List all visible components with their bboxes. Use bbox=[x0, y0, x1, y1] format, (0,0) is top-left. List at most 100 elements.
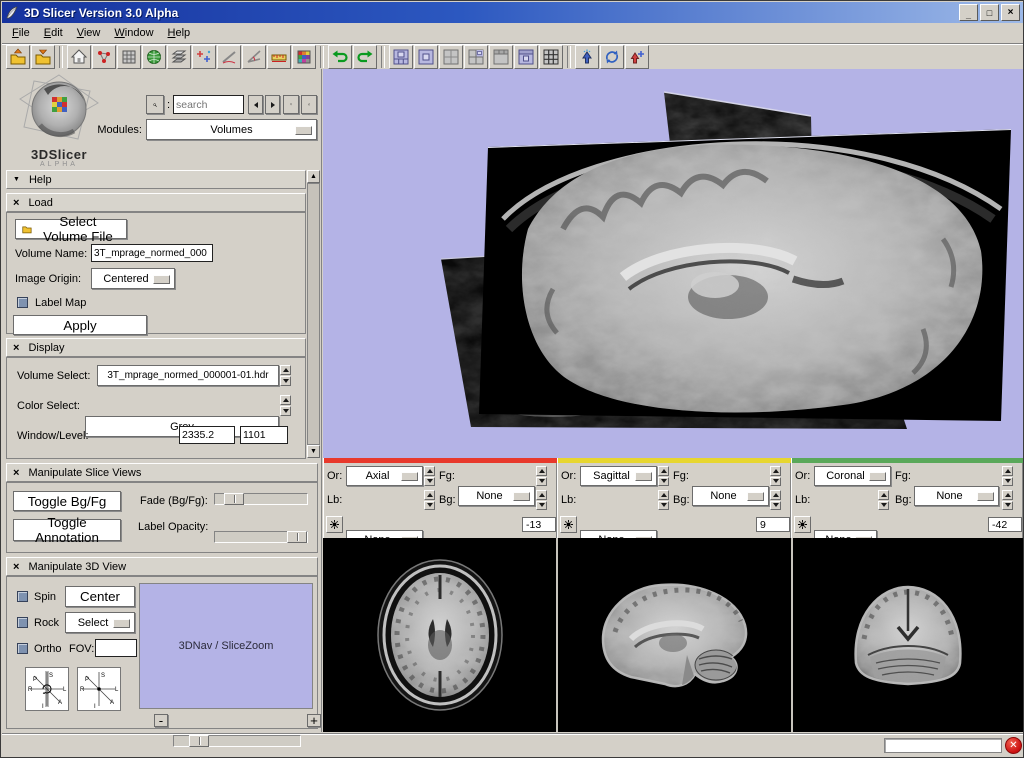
volume-select-combo[interactable]: 3T_mprage_normed_000001-01.hdr bbox=[97, 365, 279, 386]
fade-slider[interactable] bbox=[214, 493, 308, 505]
ruler-icon[interactable] bbox=[217, 45, 241, 69]
undo-icon[interactable] bbox=[328, 45, 352, 69]
measurements-icon[interactable] bbox=[267, 45, 291, 69]
models-module-icon[interactable] bbox=[142, 45, 166, 69]
title-bar[interactable]: 3D Slicer Version 3.0 Alpha _ □ × bbox=[2, 2, 1023, 23]
image-origin-dropdown[interactable]: Centered bbox=[91, 268, 175, 289]
volume-select-spinner[interactable] bbox=[280, 365, 291, 386]
spin-checkbox[interactable] bbox=[17, 591, 28, 602]
center-button[interactable]: Center bbox=[65, 586, 135, 607]
pick-mode-icon[interactable] bbox=[575, 45, 599, 69]
color-select-spinner[interactable] bbox=[280, 395, 291, 416]
conventional-layout-icon[interactable] bbox=[389, 45, 413, 69]
search-prev-button[interactable] bbox=[248, 95, 263, 114]
section-view3d-header[interactable]: × Manipulate 3D View bbox=[6, 557, 318, 576]
section-load-header[interactable]: × Load bbox=[6, 193, 306, 212]
four-pane-layout-icon[interactable] bbox=[439, 45, 463, 69]
label-layer-spinner[interactable] bbox=[424, 490, 435, 510]
toggle-bgfg-button[interactable]: Toggle Bg/Fg bbox=[13, 491, 121, 511]
rotate-mode-icon[interactable] bbox=[600, 45, 624, 69]
collapse-icon[interactable]: ▼ bbox=[13, 176, 20, 183]
view-axis-widget[interactable]: SP RL IA bbox=[25, 667, 69, 711]
foreground-dropdown[interactable]: None bbox=[692, 486, 769, 506]
place-fiducial-mode-icon[interactable] bbox=[625, 45, 649, 69]
section-slice-views-header[interactable]: × Manipulate Slice Views bbox=[6, 463, 318, 482]
home-icon[interactable] bbox=[67, 45, 91, 69]
background-spinner[interactable] bbox=[1002, 490, 1013, 510]
fov-input[interactable] bbox=[95, 639, 137, 657]
menu-help[interactable]: Help bbox=[163, 25, 200, 41]
tabbed-slice-layout-icon[interactable] bbox=[489, 45, 513, 69]
collapse-icon[interactable]: × bbox=[13, 197, 19, 209]
close-button[interactable]: × bbox=[1001, 4, 1020, 21]
collapse-icon[interactable]: × bbox=[13, 467, 19, 479]
fade-slider-handle[interactable] bbox=[224, 493, 244, 505]
navzoom-pad[interactable]: 3DNav / SliceZoom bbox=[139, 583, 313, 709]
foreground-dropdown[interactable]: None bbox=[458, 486, 535, 506]
panel-scroll-down-icon[interactable]: ▼ bbox=[307, 445, 320, 458]
label-opacity-slider-handle[interactable] bbox=[287, 531, 307, 543]
maximize-button[interactable]: □ bbox=[980, 4, 999, 21]
visibility-eye-icon[interactable] bbox=[560, 516, 577, 533]
refresh-icon[interactable] bbox=[301, 95, 317, 114]
slice-offset-value[interactable]: -42 bbox=[988, 517, 1022, 532]
section-display-header[interactable]: × Display bbox=[6, 338, 306, 357]
visibility-eye-icon[interactable] bbox=[794, 516, 811, 533]
collapse-icon[interactable]: × bbox=[13, 561, 19, 573]
four-up-layout-icon[interactable] bbox=[464, 45, 488, 69]
foreground-spinner[interactable] bbox=[770, 466, 781, 486]
fiducial-points-icon[interactable] bbox=[192, 45, 216, 69]
lightbox-layout-icon[interactable] bbox=[539, 45, 563, 69]
orientation-spinner[interactable] bbox=[424, 466, 435, 486]
viewport-3d[interactable] bbox=[323, 69, 1023, 458]
orientation-dropdown[interactable]: Sagittal bbox=[580, 466, 657, 486]
colors-module-icon[interactable] bbox=[292, 45, 316, 69]
open-scene-button[interactable] bbox=[6, 45, 30, 69]
select-volume-file-button[interactable]: Select Volume File bbox=[15, 219, 127, 239]
background-spinner[interactable] bbox=[536, 490, 547, 510]
slice-offset-value[interactable]: -13 bbox=[522, 517, 556, 532]
nav-zoom-in-button[interactable]: + bbox=[307, 714, 321, 727]
search-icon[interactable] bbox=[146, 95, 164, 114]
slice-offset-value[interactable]: 9 bbox=[756, 517, 790, 532]
nav-zoom-out-button[interactable]: - bbox=[154, 714, 168, 727]
panel-scroll-up-icon[interactable]: ▲ bbox=[307, 170, 320, 183]
search-input[interactable] bbox=[173, 95, 244, 114]
tabbed-3d-layout-icon[interactable] bbox=[514, 45, 538, 69]
angle-icon[interactable] bbox=[242, 45, 266, 69]
toggle-annotation-button[interactable]: Toggle Annotation bbox=[13, 519, 121, 541]
menu-file[interactable]: File bbox=[7, 25, 39, 41]
viewport-sagittal[interactable] bbox=[558, 538, 791, 732]
menu-edit[interactable]: Edit bbox=[39, 25, 72, 41]
orientation-dropdown[interactable]: Axial bbox=[346, 466, 423, 486]
apply-button[interactable]: Apply bbox=[13, 315, 147, 335]
foreground-spinner[interactable] bbox=[536, 466, 547, 486]
level-value-input[interactable] bbox=[240, 426, 288, 444]
orientation-dropdown[interactable]: Coronal bbox=[814, 466, 891, 486]
panel-scrollbar[interactable] bbox=[307, 183, 320, 445]
background-spinner[interactable] bbox=[770, 490, 781, 510]
viewport-coronal[interactable] bbox=[793, 538, 1023, 732]
volumes-module-icon[interactable] bbox=[117, 45, 141, 69]
visibility-eye-icon[interactable] bbox=[326, 516, 343, 533]
collapse-icon[interactable]: × bbox=[13, 342, 19, 354]
search-next-button[interactable] bbox=[265, 95, 280, 114]
window-value-input[interactable] bbox=[179, 426, 235, 444]
viewport-axial[interactable] bbox=[323, 538, 556, 732]
ortho-checkbox[interactable] bbox=[17, 643, 28, 654]
import-scene-button[interactable] bbox=[31, 45, 55, 69]
fiducials-module-icon[interactable] bbox=[92, 45, 116, 69]
transforms-module-icon[interactable] bbox=[167, 45, 191, 69]
minimize-button[interactable]: _ bbox=[959, 4, 978, 21]
search-filter-icon[interactable] bbox=[283, 95, 299, 114]
rock-checkbox[interactable] bbox=[17, 617, 28, 628]
volume-name-input[interactable] bbox=[91, 244, 213, 262]
orientation-spinner[interactable] bbox=[658, 466, 669, 486]
view-axis-widget-2[interactable]: SP RL IA bbox=[77, 667, 121, 711]
section-help-header[interactable]: ▼ Help bbox=[6, 170, 306, 189]
3d-only-layout-icon[interactable] bbox=[414, 45, 438, 69]
label-layer-spinner[interactable] bbox=[878, 490, 889, 510]
label-layer-spinner[interactable] bbox=[658, 490, 669, 510]
label-map-checkbox[interactable] bbox=[17, 297, 28, 308]
menu-view[interactable]: View bbox=[72, 25, 110, 41]
